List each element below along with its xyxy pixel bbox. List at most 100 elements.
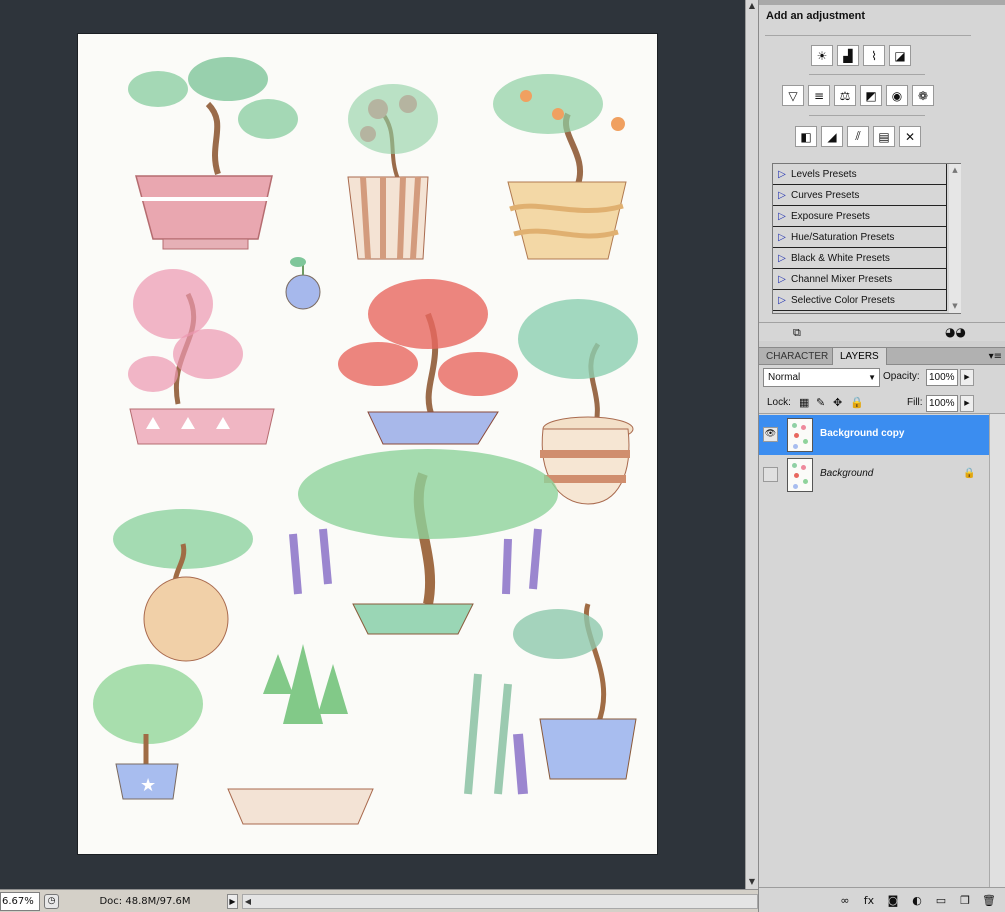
layer-thumbnail	[787, 458, 813, 492]
horizontal-scrollbar[interactable]: ◀	[242, 893, 758, 909]
selective-color-icon[interactable]: ✕	[899, 126, 921, 147]
vibrance-icon[interactable]: ▽	[782, 85, 804, 106]
divider	[809, 74, 925, 75]
preset-item[interactable]: ▷ Levels Presets	[773, 164, 947, 185]
layer-name[interactable]: Background	[820, 468, 873, 479]
bonsai-pink-blossom	[128, 269, 275, 445]
canvas-area[interactable]: ★	[0, 0, 745, 889]
layers-panel: Normal ▼ Opacity: 100% ▶ Lock: ▦ ✎ ✥ 🔒 F…	[759, 365, 1005, 912]
vertical-scrollbar[interactable]: ▲ ▼	[745, 0, 758, 889]
layer-name[interactable]: Background copy	[820, 428, 904, 439]
new-layer-icon[interactable]: ❐	[958, 894, 972, 907]
invert-icon[interactable]: ◧	[795, 126, 817, 147]
layers-footer: ∞ fx ◙ ◐ ▭ ❐ 🗑	[759, 887, 1005, 912]
tab-layers[interactable]: LAYERS	[832, 348, 887, 365]
bonsai-wisteria-cascade	[464, 603, 637, 795]
lock-icon: 🔒	[963, 468, 976, 479]
layer-thumbnail	[787, 418, 813, 452]
expand-triangle-icon[interactable]: ▷	[773, 232, 791, 243]
expand-triangle-icon[interactable]: ▷	[773, 295, 791, 306]
lock-brush-icon[interactable]: ✎	[816, 396, 825, 409]
divider	[809, 115, 925, 116]
expand-triangle-icon[interactable]: ▷	[773, 190, 791, 201]
expand-triangle-icon[interactable]: ▷	[773, 211, 791, 222]
lock-transparent-icon[interactable]: ▦	[799, 396, 809, 409]
bonsai-red-maple	[338, 279, 518, 445]
bonsai-cypress-forest	[227, 644, 374, 825]
channel-mixer-icon[interactable]: ❁	[912, 85, 934, 106]
opacity-slider-arrow-icon[interactable]: ▶	[960, 369, 974, 386]
artwork: ★	[93, 57, 638, 825]
expand-triangle-icon[interactable]: ▷	[773, 274, 791, 285]
exposure-icon[interactable]: ◪	[889, 45, 911, 66]
preset-item[interactable]: ▷ Hue/Saturation Presets	[773, 227, 947, 248]
small-blue-pot	[285, 257, 321, 310]
preset-item[interactable]: ▷ Black & White Presets	[773, 248, 947, 269]
eye-icon[interactable]: 👁	[763, 427, 778, 442]
layer-style-icon[interactable]: fx	[862, 894, 876, 907]
bonsai-round-tree-star-pot: ★	[93, 664, 203, 800]
expand-triangle-icon[interactable]: ▷	[773, 169, 791, 180]
adjustments-tab-strip[interactable]	[759, 0, 1005, 5]
bonsai-orange-tree	[493, 74, 627, 260]
preset-item[interactable]: ▷ Curves Presets	[773, 185, 947, 206]
delete-layer-icon[interactable]: 🗑	[982, 894, 996, 907]
gradient-map-icon[interactable]: ▤	[873, 126, 895, 147]
divider	[765, 35, 971, 36]
opacity-label: Opacity:	[883, 371, 920, 382]
photo-filter-icon[interactable]: ◉	[886, 85, 908, 106]
color-balance-icon[interactable]: ⚖	[834, 85, 856, 106]
lock-move-icon[interactable]: ✥	[833, 396, 842, 409]
scroll-up-icon[interactable]: ▲	[747, 0, 757, 12]
adjustments-title: Add an adjustment	[766, 10, 866, 22]
lock-label: Lock:	[767, 397, 791, 408]
scroll-down-icon[interactable]: ▼	[747, 876, 757, 888]
scroll-down-icon[interactable]: ▼	[949, 302, 961, 310]
expand-triangle-icon[interactable]: ▷	[773, 253, 791, 264]
black-white-icon[interactable]: ◩	[860, 85, 882, 106]
brightness-contrast-icon[interactable]: ☀	[811, 45, 833, 66]
visibility-toggle[interactable]	[763, 467, 778, 482]
adjustment-layer-icon[interactable]: ◐	[910, 894, 924, 907]
fill-label: Fill:	[907, 397, 923, 408]
clip-to-layer-icon[interactable]: ◕◕	[945, 325, 966, 339]
layer-row-background-copy[interactable]: 👁 Background copy	[759, 415, 989, 455]
hue-saturation-icon[interactable]: ≡	[808, 85, 830, 106]
status-menu-arrow-icon[interactable]: ▶	[227, 893, 238, 909]
layer-row-background[interactable]: Background 🔒	[759, 455, 989, 495]
tab-character[interactable]: CHARACTER	[759, 348, 835, 365]
adjustment-icons-row-1: ☀ ▟ ⌇ ◪	[811, 45, 911, 66]
fill-field[interactable]: 100%	[926, 395, 958, 412]
add-mask-icon[interactable]: ◙	[886, 894, 900, 907]
layers-scrollbar[interactable]	[989, 414, 1005, 887]
preset-item[interactable]: ▷ Selective Color Presets	[773, 290, 947, 311]
preset-item[interactable]: ▷ Channel Mixer Presets	[773, 269, 947, 290]
posterize-icon[interactable]: ◢	[821, 126, 843, 147]
presets-scrollbar[interactable]: ▲ ▼	[949, 164, 961, 313]
opacity-field[interactable]: 100%	[926, 369, 958, 386]
levels-icon[interactable]: ▟	[837, 45, 859, 66]
adjustment-icons-row-2: ▽ ≡ ⚖ ◩ ◉ ❁	[782, 85, 934, 106]
panel-menu-icon[interactable]: ▾≡	[989, 348, 1002, 365]
divider	[759, 413, 1005, 414]
adjustments-panel: Add an adjustment ☀ ▟ ⌇ ◪ ▽ ≡ ⚖ ◩ ◉ ❁ ◧ …	[759, 0, 1005, 341]
bonsai-wisteria-large	[289, 449, 558, 635]
adjustments-footer: ⧉ ◕◕	[759, 322, 1005, 341]
scroll-left-icon[interactable]: ◀	[243, 895, 253, 908]
link-layers-icon[interactable]: ∞	[838, 894, 852, 907]
threshold-icon[interactable]: ⫽	[847, 126, 869, 147]
panel-dock: Add an adjustment ☀ ▟ ⌇ ◪ ▽ ≡ ⚖ ◩ ◉ ❁ ◧ …	[758, 0, 1005, 912]
lock-all-icon[interactable]: 🔒	[850, 396, 864, 409]
fill-slider-arrow-icon[interactable]: ▶	[960, 395, 974, 412]
new-group-icon[interactable]: ▭	[934, 894, 948, 907]
expanded-view-icon[interactable]: ⧉	[793, 326, 801, 340]
zoom-level-field[interactable]: 6.67%	[0, 891, 40, 911]
document-size-info: Doc: 48.8M/97.6M	[99, 895, 191, 907]
blend-mode-select[interactable]: Normal ▼	[763, 368, 880, 387]
status-options-icon[interactable]: ◷	[44, 893, 59, 909]
document-canvas[interactable]: ★	[78, 34, 657, 854]
curves-icon[interactable]: ⌇	[863, 45, 885, 66]
preset-item[interactable]: ▷ Exposure Presets	[773, 206, 947, 227]
presets-list: ▷ Levels Presets ▷ Curves Presets ▷ Exposur…	[772, 163, 961, 314]
scroll-up-icon[interactable]: ▲	[949, 166, 961, 174]
